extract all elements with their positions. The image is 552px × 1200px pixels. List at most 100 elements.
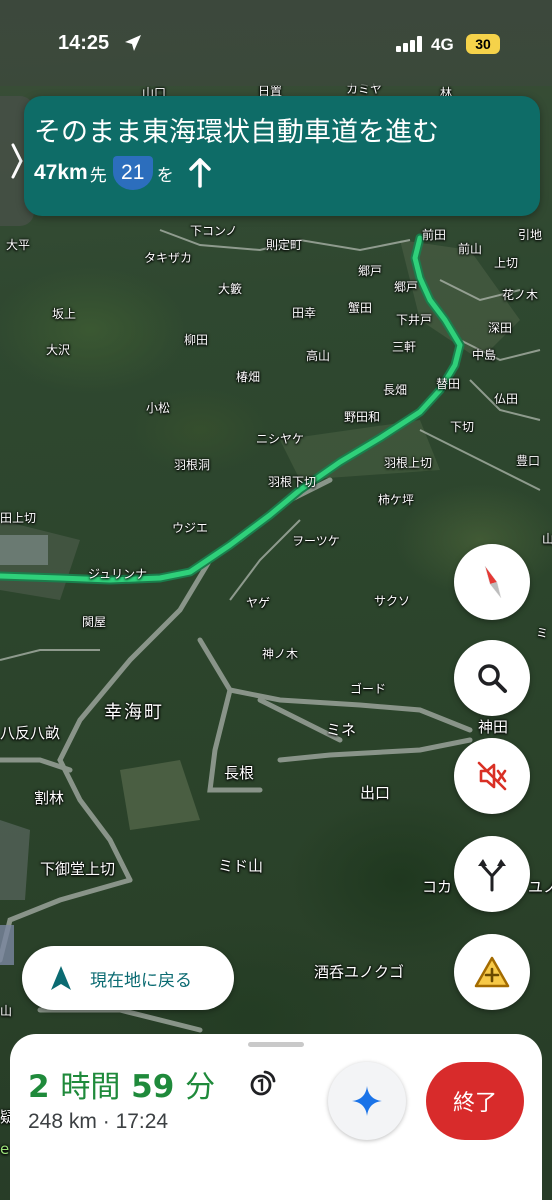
map-label: 郷戸 [394,280,419,294]
map-label: 則定町 [266,238,303,252]
search-icon [478,664,507,693]
trip-summary-sheet[interactable]: 2 時間 59 分 248 km · 17:24 終了 [10,1034,542,1200]
map-label: 椿畑 [236,370,261,384]
map-label: 蟹田 [348,301,373,315]
eta-minutes: 59 [131,1069,175,1105]
volume-off-icon [477,761,507,791]
mute-button[interactable] [454,738,530,814]
end-navigation-button[interactable]: 終了 [426,1062,524,1140]
map-label: 大平 [6,238,31,252]
nav-distance-suffix: 先 [89,165,107,186]
map-label: 割林 [34,789,65,807]
eta-minutes-unit: 分 [185,1070,216,1105]
report-incident-button[interactable] [454,934,530,1010]
map-label: ニシヤケ [256,432,305,446]
map-label: 仏田 [494,392,519,406]
map-label: 関屋 [82,615,107,629]
map-label: 八反八畝 [0,724,61,742]
eta-distance: 248 km [28,1110,97,1133]
search-button[interactable] [454,640,530,716]
recenter-label: 現在地に戻る [90,970,192,991]
nav-distance: 47km [34,161,88,184]
status-bar: 14:25 4G 30 [0,0,552,86]
gemini-button[interactable] [328,1062,406,1140]
map-label: 高山 [306,349,331,363]
map-label: 田幸 [292,306,317,320]
map-label: 豊口 [516,454,541,468]
alt-route-icon[interactable] [248,1068,278,1098]
status-time: 14:25 [58,32,110,54]
map-label: 下御堂上切 [40,860,116,878]
nav-next-step: 47km 先 21 を [34,156,212,190]
sheet-drag-handle[interactable] [248,1042,304,1047]
map-label: 坂上 [52,307,77,321]
map-label: 上切 [494,256,519,270]
map-label: 大沢 [46,343,71,357]
map-label: 郷戸 [358,264,383,278]
map-label: 長根 [224,764,255,782]
eta-duration: 2 時間 59 分 [28,1062,215,1106]
navigation-arrow-icon [51,966,71,990]
map-label: 替田 [436,377,461,391]
eta-details: 248 km · 17:24 [28,1110,168,1134]
up-arrow-icon [188,158,211,188]
map-label: 花ノ木 [502,288,539,302]
map-label: 柿ケ坪 [378,493,415,507]
route-options-button[interactable] [454,836,530,912]
location-arrow-icon [125,35,141,51]
map-label: ヤゲ [246,596,271,610]
network-label: 4G [431,35,454,54]
map-label: タキザカ [144,251,193,265]
map-label: 大籔 [218,282,243,296]
map-label: 羽根上切 [384,456,433,470]
compass-icon [484,565,502,599]
map-label: 出口 [360,784,391,802]
map-label: 前山 [458,242,483,256]
navigation-banner[interactable]: そのまま東海環状自動車道を進む 47km 先 21 を [24,96,540,216]
eta-arrival: 17:24 [115,1110,169,1133]
map-label: 下コンノ [190,224,238,238]
eta-hours: 2 [28,1069,50,1105]
map-label: 中島 [472,348,497,362]
sparkle-icon [352,1086,382,1116]
battery-level: 30 [475,36,491,52]
map-label: 下井戸 [396,313,433,327]
map-label: 羽根洞 [174,458,211,472]
fork-arrows-icon [478,859,506,892]
nav-particle: を [156,165,174,186]
map-label: ジュリンナ [88,567,148,581]
map-label: 三軒 [392,340,417,354]
map-label: e [0,1140,10,1158]
map-label: 柳田 [184,333,209,347]
map-label: ミ [536,626,549,640]
recenter-button[interactable]: 現在地に戻る [22,946,234,1010]
map-label: ゴード [350,682,387,696]
nav-instruction: そのまま東海環状自動車道を進む [34,117,439,148]
signal-icon [396,36,422,52]
map-label: ヲーツケ [292,534,340,548]
map-label: 前田 [422,228,447,242]
map-label: ミド山 [218,857,264,875]
warning-plus-icon [474,956,510,988]
map-label: 小松 [146,401,171,415]
map-label: 深田 [488,321,513,335]
map-label: ウジエ [172,521,209,535]
map-label: 長畑 [383,383,408,397]
map-label: 田上切 [0,511,37,525]
map-label: 引地 [518,228,543,242]
map-label-town: 幸海町 [104,702,164,723]
map-label: 酒呑ユノクゴ [314,963,405,981]
chevron-right-icon [11,143,23,179]
eta-separator: · [102,1110,110,1133]
eta-hours-unit: 時間 [60,1070,121,1105]
map-label: サクソ [374,594,411,608]
map-label: 山 [0,1004,13,1018]
compass-button[interactable] [454,544,530,620]
route-shield: 21 [112,156,153,190]
map-label: 羽根下切 [268,475,317,489]
map-label: 下切 [450,420,475,434]
map-label: ミネ [326,721,357,739]
battery-icon: 30 [466,34,500,54]
map-label: コカ [422,878,453,896]
map-label: 野田和 [344,410,381,424]
